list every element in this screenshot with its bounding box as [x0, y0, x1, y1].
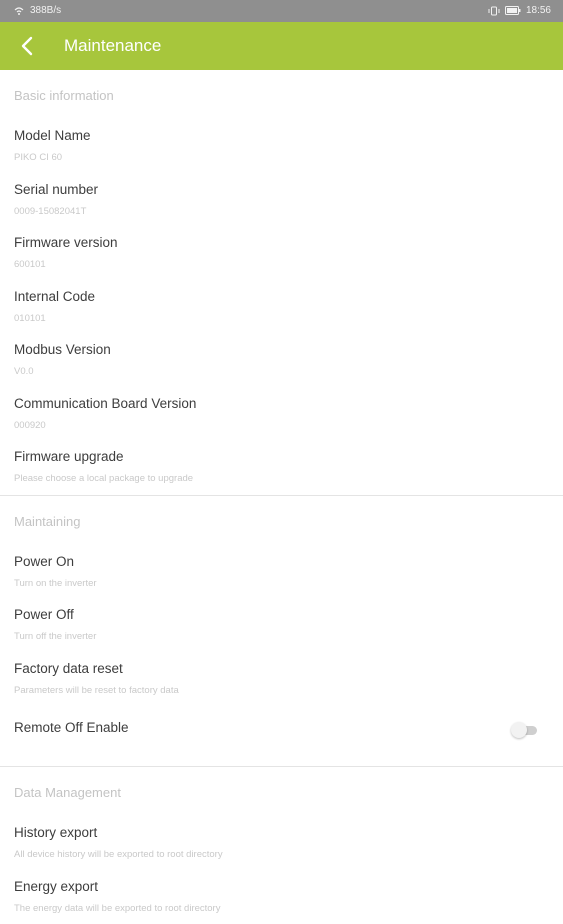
list-item-firmware-upgrade[interactable]: Firmware upgrade Please choose a local p… [0, 441, 563, 495]
item-subtitle: Please choose a local package to upgrade [14, 473, 193, 484]
network-speed: 388B/s [30, 5, 61, 16]
item-subtitle: Parameters will be reset to factory data [14, 685, 179, 696]
list-item-model-name[interactable]: Model Name PIKO CI 60 [0, 120, 563, 174]
section-maintaining: Maintaining [0, 496, 563, 546]
battery-icon [505, 6, 521, 15]
item-title: Energy export [14, 879, 98, 894]
item-subtitle: Turn on the inverter [14, 578, 97, 589]
item-title: Internal Code [14, 289, 95, 304]
item-title: Remote Off Enable [14, 720, 129, 735]
remote-off-toggle[interactable] [511, 722, 539, 738]
item-subtitle: 600101 [14, 259, 46, 270]
section-data-management: Data Management [0, 767, 563, 817]
item-title: Power Off [14, 607, 74, 622]
list-item-internal-code[interactable]: Internal Code 010101 [0, 281, 563, 335]
toggle-thumb [511, 722, 527, 738]
section-header-label: Data Management [14, 785, 121, 800]
app-bar: Maintenance [0, 22, 563, 70]
list-item-history-export[interactable]: History export All device history will b… [0, 817, 563, 871]
item-title: Factory data reset [14, 661, 123, 676]
section-header-label: Basic information [14, 88, 114, 103]
item-subtitle: Turn off the inverter [14, 631, 96, 642]
section-header-label: Maintaining [14, 514, 81, 529]
item-subtitle: V0.0 [14, 366, 34, 377]
page-title: Maintenance [64, 36, 161, 56]
list-item-power-on[interactable]: Power On Turn on the inverter [0, 546, 563, 600]
item-subtitle: 0009-15082041T [14, 206, 86, 217]
item-subtitle: PIKO CI 60 [14, 152, 62, 163]
section-basic-information: Basic information [0, 70, 563, 120]
clock: 18:56 [526, 5, 551, 16]
item-title: Firmware upgrade [14, 449, 124, 464]
list-item-power-off[interactable]: Power Off Turn off the inverter [0, 599, 563, 653]
list-item-communication-board-version[interactable]: Communication Board Version 000920 [0, 388, 563, 442]
item-title: History export [14, 825, 97, 840]
item-title: Modbus Version [14, 342, 111, 357]
settings-list: Basic information Model Name PIKO CI 60 … [0, 70, 563, 924]
list-item-factory-data-reset[interactable]: Factory data reset Parameters will be re… [0, 653, 563, 707]
item-title: Firmware version [14, 235, 118, 250]
item-title: Communication Board Version [14, 396, 196, 411]
back-arrow-icon[interactable] [16, 34, 40, 58]
item-subtitle: 000920 [14, 420, 46, 431]
list-item-modbus-version[interactable]: Modbus Version V0.0 [0, 334, 563, 388]
list-item-remote-off-enable[interactable]: Remote Off Enable [0, 706, 563, 766]
item-subtitle: All device history will be exported to r… [14, 849, 223, 860]
wifi-icon [14, 6, 24, 16]
item-title: Model Name [14, 128, 91, 143]
status-bar: 388B/s 18:56 [0, 0, 563, 22]
list-item-firmware-version[interactable]: Firmware version 600101 [0, 227, 563, 281]
item-subtitle: 010101 [14, 313, 46, 324]
item-title: Serial number [14, 182, 98, 197]
item-title: Power On [14, 554, 74, 569]
item-subtitle: The energy data will be exported to root… [14, 903, 220, 914]
list-item-serial-number[interactable]: Serial number 0009-15082041T [0, 174, 563, 228]
list-item-energy-export[interactable]: Energy export The energy data will be ex… [0, 871, 563, 924]
vibrate-icon [488, 6, 500, 16]
